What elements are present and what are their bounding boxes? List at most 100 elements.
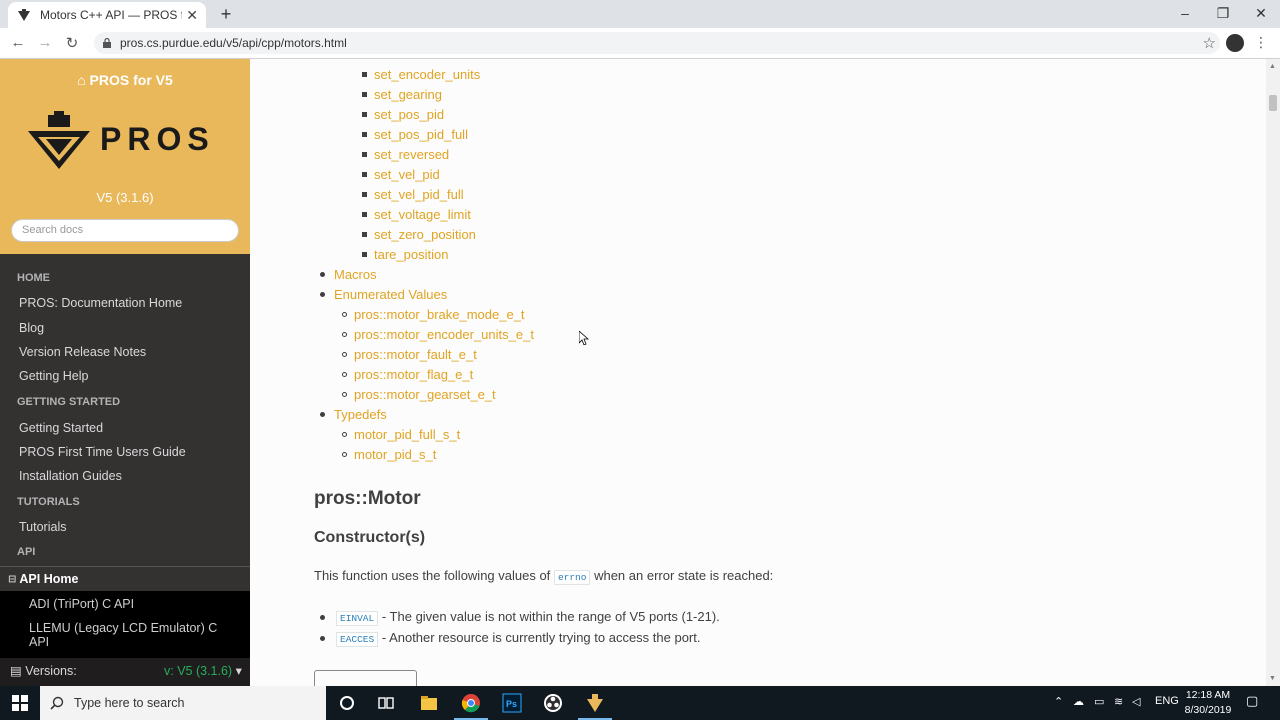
link-set-pos-pid-full[interactable]: set_pos_pid_full — [374, 127, 468, 142]
link-typedef-pid[interactable]: motor_pid_s_t — [354, 447, 436, 462]
link-set-vel-pid-full[interactable]: set_vel_pid_full — [374, 187, 464, 202]
errno-code: errno — [553, 570, 591, 585]
browser-menu-icon[interactable]: ⋮ — [1254, 34, 1268, 51]
nav-item-first-time-guide[interactable]: PROS First Time Users Guide — [19, 445, 186, 459]
link-set-encoder-units[interactable]: set_encoder_units — [374, 67, 480, 82]
nav-caption-home: HOME — [17, 272, 50, 284]
scroll-up-icon[interactable]: ▲ — [1269, 63, 1276, 70]
error-item-eacces: EACCES - Another resource is currently t… — [336, 630, 701, 647]
scroll-thumb[interactable] — [1269, 95, 1277, 111]
close-tab-icon[interactable]: ✕ — [186, 7, 198, 24]
file-explorer-icon[interactable] — [419, 693, 439, 713]
bookmark-star-icon[interactable]: ☆ — [1203, 34, 1216, 52]
link-set-vel-pid[interactable]: set_vel_pid — [374, 167, 440, 182]
onedrive-icon[interactable]: ☁ — [1073, 695, 1084, 708]
nav-item-llemu-api[interactable]: LLEMU (Legacy LCD Emulator) C API — [29, 621, 219, 649]
link-enum-encoder-units[interactable]: pros::motor_encoder_units_e_t — [354, 327, 534, 342]
reload-icon[interactable]: ↻ — [62, 34, 82, 52]
browser-tab[interactable]: Motors C++ API — PROS for V5 ✕ — [8, 2, 206, 28]
taskbar-search-input[interactable]: Type here to search — [40, 686, 326, 720]
nav-item-release-notes[interactable]: Version Release Notes — [19, 345, 146, 359]
bullet — [320, 412, 325, 417]
notification-center-icon[interactable]: ▢ — [1246, 693, 1258, 709]
bullet — [342, 312, 347, 317]
nav-item-getting-started[interactable]: Getting Started — [19, 421, 103, 435]
error-text: - Another resource is currently trying t… — [381, 630, 701, 645]
link-typedefs[interactable]: Typedefs — [334, 407, 387, 422]
link-set-zero-position[interactable]: set_zero_position — [374, 227, 476, 242]
forward-icon[interactable]: → — [35, 34, 55, 51]
wifi-icon[interactable]: ≋ — [1114, 695, 1123, 708]
link-enum-brake-mode[interactable]: pros::motor_brake_mode_e_t — [354, 307, 525, 322]
task-view-icon[interactable] — [376, 693, 396, 713]
nav-item-tutorials[interactable]: Tutorials — [19, 520, 66, 534]
link-enum-flag[interactable]: pros::motor_flag_e_t — [354, 367, 473, 382]
nav-item-installation[interactable]: Installation Guides — [19, 469, 122, 483]
code-tab-box[interactable] — [314, 670, 417, 686]
url-bar[interactable]: pros.cs.purdue.edu/v5/api/cpp/motors.htm… — [94, 32, 1220, 54]
versions-selector[interactable]: ▤ Versions: v: V5 (3.1.6) ▾ — [0, 658, 250, 686]
battery-icon[interactable]: ▭ — [1094, 695, 1104, 708]
bullet — [320, 292, 325, 297]
link-enum-fault[interactable]: pros::motor_fault_e_t — [354, 347, 477, 362]
link-set-pos-pid[interactable]: set_pos_pid — [374, 107, 444, 122]
scroll-down-icon[interactable]: ▼ — [1269, 675, 1276, 682]
nav-item-api-home[interactable]: ⊟ API Home — [0, 566, 250, 591]
volume-icon[interactable]: ◁ — [1132, 695, 1140, 708]
nav-item-adi-api[interactable]: ADI (TriPort) C API — [29, 597, 219, 611]
restore-icon[interactable]: ❐ — [1204, 0, 1242, 28]
bullet — [320, 636, 325, 641]
bullet — [342, 372, 347, 377]
bullet — [362, 132, 367, 137]
link-set-voltage-limit[interactable]: set_voltage_limit — [374, 207, 471, 222]
section-subheading: Constructor(s) — [314, 529, 426, 546]
logo-wordmark: PROS — [100, 121, 215, 157]
obs-icon[interactable] — [543, 693, 563, 713]
bullet — [362, 72, 367, 77]
link-set-reversed[interactable]: set_reversed — [374, 147, 449, 162]
bullet — [320, 615, 325, 620]
clock-date: 8/30/2019 — [1184, 704, 1232, 716]
link-set-gearing[interactable]: set_gearing — [374, 87, 442, 102]
main-content: set_encoder_units set_gearing set_pos_pi… — [250, 59, 1266, 686]
para-text-after: when an error state is reached: — [594, 568, 774, 583]
home-link[interactable]: ⌂ PROS for V5 — [0, 72, 250, 88]
photoshop-icon[interactable]: Ps — [502, 693, 522, 713]
nav-item-getting-help[interactable]: Getting Help — [19, 369, 88, 383]
bullet — [342, 452, 347, 457]
link-enum-gearset[interactable]: pros::motor_gearset_e_t — [354, 387, 496, 402]
language-indicator[interactable]: ENG — [1155, 695, 1179, 707]
back-icon[interactable]: ← — [8, 34, 28, 51]
link-tare-position[interactable]: tare_position — [374, 247, 448, 262]
window-controls: – ❐ ✕ — [1166, 0, 1280, 28]
tray-overflow-icon[interactable]: ⌃ — [1054, 695, 1063, 708]
taskbar-clock[interactable]: 12:18 AM 8/30/2019 — [1180, 688, 1236, 718]
caret-down-icon: ▾ — [235, 664, 242, 678]
minimize-icon[interactable]: – — [1166, 0, 1204, 28]
close-window-icon[interactable]: ✕ — [1242, 0, 1280, 28]
link-enumerated-values[interactable]: Enumerated Values — [334, 287, 447, 302]
cortana-icon[interactable] — [337, 693, 357, 713]
nav-caption-getting-started: GETTING STARTED — [17, 396, 121, 408]
new-tab-button[interactable]: + — [216, 4, 236, 25]
error-code: EACCES — [336, 632, 379, 647]
book-icon: ▤ — [10, 664, 22, 678]
para-text-before: This function uses the following values … — [314, 568, 551, 583]
bullet — [362, 92, 367, 97]
windows-logo-icon — [12, 695, 28, 711]
search-docs-input[interactable]: Search docs — [11, 219, 239, 242]
chrome-icon[interactable] — [461, 693, 481, 713]
page-scrollbar[interactable]: ▲ ▼ — [1266, 59, 1280, 686]
pros-app-icon[interactable] — [585, 693, 605, 713]
lock-icon — [103, 38, 111, 48]
link-macros[interactable]: Macros — [334, 267, 377, 282]
api-home-label: API Home — [19, 572, 79, 586]
nav-item-docs-home[interactable]: PROS: Documentation Home — [19, 296, 182, 310]
address-toolbar: ← → ↻ pros.cs.purdue.edu/v5/api/cpp/moto… — [0, 28, 1280, 59]
link-typedef-pid-full[interactable]: motor_pid_full_s_t — [354, 427, 460, 442]
bullet — [342, 392, 347, 397]
bullet — [362, 192, 367, 197]
extension-icon[interactable] — [1226, 34, 1244, 52]
start-button[interactable] — [0, 686, 40, 720]
nav-item-blog[interactable]: Blog — [19, 321, 44, 335]
